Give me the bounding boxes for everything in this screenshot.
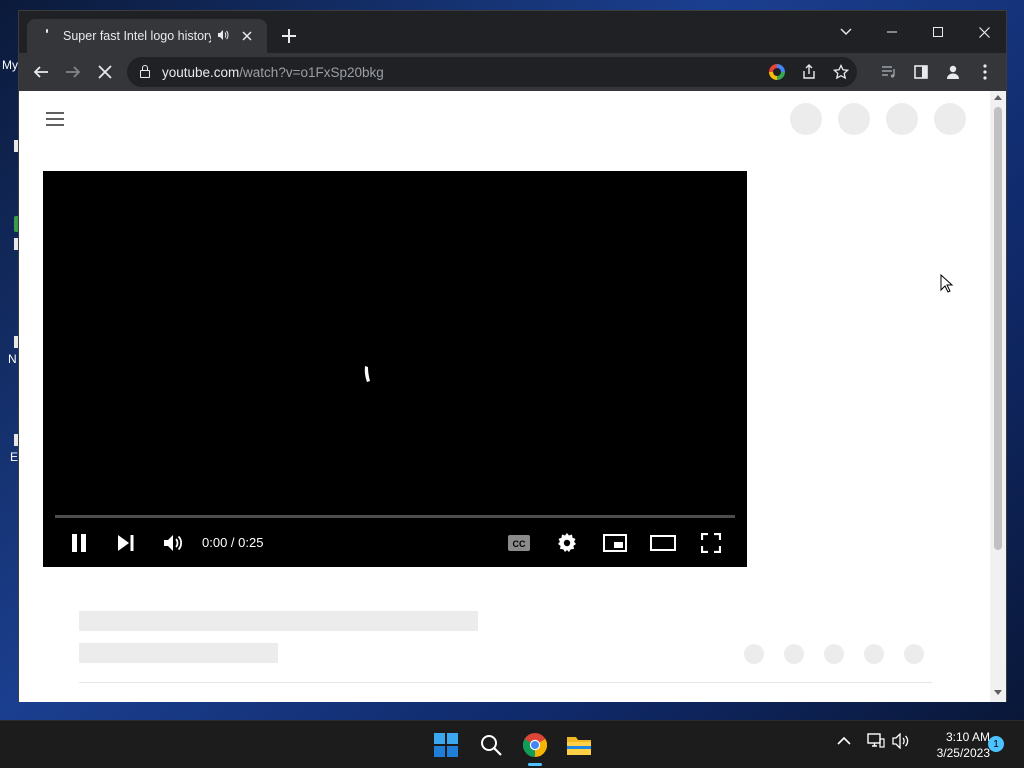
maximize-icon [933,27,943,37]
bookmark-star-icon[interactable] [825,57,857,87]
pause-icon [72,534,86,552]
scroll-thumb[interactable] [994,107,1002,550]
file-explorer-icon[interactable] [563,729,595,761]
time-display: 0:00 / 0:25 [202,535,264,550]
title-placeholder [79,611,478,631]
chevron-down-icon [840,28,852,35]
close-icon [978,26,990,38]
address-bar[interactable]: youtube.com/watch?v=o1FxSp20bkg [127,57,857,87]
theater-mode-icon [650,535,676,551]
active-app-indicator [528,763,542,766]
chrome-icon[interactable] [519,729,551,761]
forward-button[interactable] [59,58,87,86]
action-placeholder-circle [864,644,884,664]
url-path: /watch?v=o1FxSp20bkg [239,64,384,80]
taskbar-clock[interactable]: 3:10 AM 3/25/2023 [918,729,990,761]
header-placeholder-circle [790,103,822,135]
volume-button[interactable] [161,529,185,557]
section-divider [79,682,932,683]
network-icon[interactable] [867,733,885,752]
tab-search-button[interactable] [823,17,869,47]
browser-tab[interactable]: Super fast Intel logo history [27,19,267,53]
maximize-button[interactable] [915,17,961,47]
video-player[interactable]: 0:00 / 0:25 CC [43,171,747,567]
profile-button[interactable] [939,58,967,86]
desktop-icon-label: N [8,352,17,366]
tab-loading-icon [39,28,55,44]
pause-button[interactable] [67,529,91,557]
clock-time: 3:10 AM [945,730,990,744]
browser-window: Super fast Intel logo history youtube.co… [18,10,1007,702]
minimize-button[interactable] [869,17,915,47]
menu-icon [983,64,987,80]
browser-menu-button[interactable] [971,58,999,86]
mouse-cursor-icon [940,274,954,293]
miniplayer-icon [603,534,627,552]
captions-icon: CC [508,535,530,551]
theater-mode-button[interactable] [649,529,677,557]
lock-icon[interactable] [140,65,150,78]
miniplayer-button[interactable] [601,529,629,557]
next-button[interactable] [114,529,138,557]
next-icon [118,535,134,551]
svg-text:CC: CC [513,539,526,549]
settings-icon [558,533,576,552]
minimize-icon [887,31,897,33]
volume-icon [164,535,183,551]
header-placeholder-circle [934,103,966,135]
stop-loading-button[interactable] [91,58,119,86]
windows-start-icon[interactable] [430,729,462,761]
new-tab-button[interactable] [279,25,299,47]
chevron-up-icon[interactable] [837,733,851,749]
action-placeholder-circle [744,644,764,664]
notification-badge[interactable]: 1 [988,736,1004,752]
side-panel-button[interactable] [907,58,935,86]
back-arrow-icon [33,66,48,78]
side-panel-icon [914,65,928,79]
media-controls-button[interactable] [875,58,903,86]
share-icon[interactable] [793,57,825,87]
action-placeholder-circle [904,644,924,664]
url-host: youtube.com [162,64,240,80]
desktop-icon-label: E [10,450,19,464]
media-controls-icon [882,66,895,78]
stop-icon [98,65,112,79]
captions-button[interactable]: CC [507,529,531,557]
settings-button[interactable] [555,529,579,557]
close-tab-icon[interactable] [239,28,255,44]
action-placeholder-circle [824,644,844,664]
progress-bar[interactable] [55,515,735,518]
url-text[interactable]: youtube.com/watch?v=o1FxSp20bkg [162,65,384,80]
header-placeholder-circle [886,103,918,135]
loading-spinner-icon [364,366,370,382]
fullscreen-icon [701,533,721,553]
hamburger-menu-icon[interactable] [46,112,64,126]
search-icon[interactable] [475,729,507,761]
profile-icon [947,65,959,79]
tab-title: Super fast Intel logo history [63,29,211,43]
browser-toolbar: youtube.com/watch?v=o1FxSp20bkg [19,53,1006,91]
close-window-button[interactable] [961,17,1007,47]
clock-date: 3/25/2023 [936,746,990,760]
volume-icon[interactable] [892,732,910,752]
fullscreen-button[interactable] [697,529,725,557]
google-lens-icon[interactable] [761,57,793,87]
forward-arrow-icon [66,66,81,78]
subtitle-placeholder [79,643,278,663]
scroll-down-icon[interactable] [994,690,1002,695]
speaker-icon[interactable] [217,29,231,44]
header-placeholder-circle [838,103,870,135]
plus-icon [282,29,296,43]
page-scrollbar[interactable] [990,91,1006,702]
back-button[interactable] [27,58,55,86]
scroll-up-icon[interactable] [994,95,1002,100]
desktop-icon-label: My [2,58,18,72]
youtube-page: 0:00 / 0:25 CC [19,91,1006,702]
tab-strip: Super fast Intel logo history [19,11,1006,53]
taskbar: 3:10 AM 3/25/2023 1 [0,720,1024,768]
action-placeholder-circle [784,644,804,664]
